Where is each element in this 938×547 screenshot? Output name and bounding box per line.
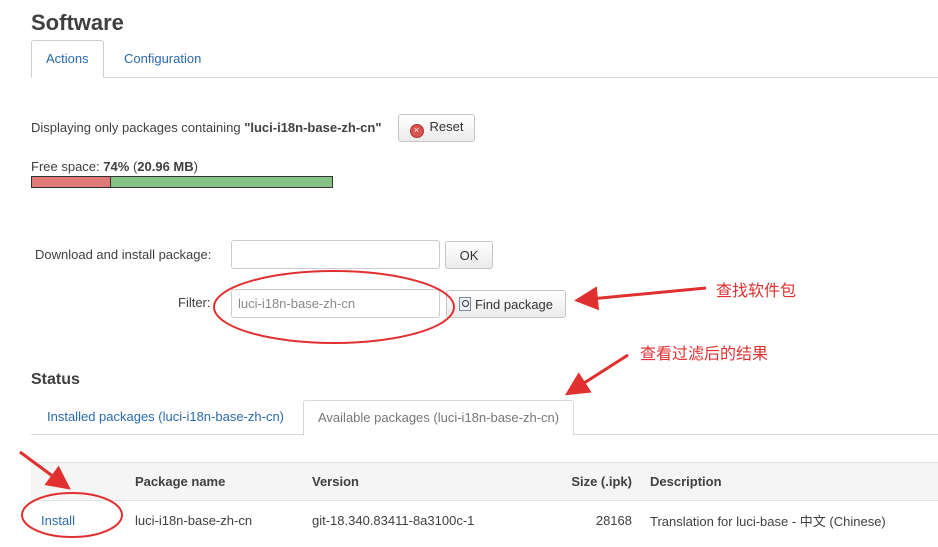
main-tabs: Actions Configuration [0,40,938,78]
download-input[interactable] [231,240,440,269]
find-package-button[interactable]: Find package [446,290,566,318]
free-space-text: Free space: 74% (20.96 MB) [31,159,198,174]
search-icon [458,296,471,311]
annotation-find-package: 查找软件包 [716,281,797,300]
col-action [31,462,135,501]
free-space-fill [111,177,332,187]
reset-icon: × [409,123,424,138]
reset-button[interactable]: × Reset [398,114,475,142]
package-table: Package name Version Size (.ipk) Descrip… [31,462,938,539]
install-link[interactable]: Install [41,513,75,528]
filter-input[interactable] [231,289,440,318]
col-size: Size (.ipk) [542,462,650,501]
free-space-label: Free space: [31,159,100,174]
col-description: Description [650,462,938,501]
filter-label: Filter: [178,295,211,310]
tab-available-packages[interactable]: Available packages (luci-i18n-base-zh-cn… [303,400,575,436]
col-package-name: Package name [135,462,312,501]
tab-installed-packages[interactable]: Installed packages (luci-i18n-base-zh-cn… [33,400,298,434]
free-space-size: 20.96 MB [137,159,194,174]
ok-button[interactable]: OK [445,241,493,269]
free-space-bar [31,176,333,188]
row-version: git-18.340.83411-8a3100c-1 [312,512,475,528]
filter-notice-query: "luci-i18n-base-zh-cn" [244,120,382,135]
arrow-to-find-package [574,286,707,311]
tabs-divider [31,77,938,78]
row-size: 28168 [595,512,632,528]
find-package-label: Find package [474,296,554,312]
page-title: Software [31,10,124,35]
table-row: Install luci-i18n-base-zh-cn git-18.340.… [31,501,938,540]
download-label: Download and install package: [35,247,212,262]
reset-label: Reset [429,118,464,134]
free-space-percent: 74% [103,159,130,174]
arrow-to-available-tab [564,353,629,396]
row-package-name: luci-i18n-base-zh-cn [135,512,253,528]
tab-actions[interactable]: Actions [31,40,104,78]
annotation-view-results: 查看过滤后的结果 [640,344,769,363]
row-description: Translation for luci-base - 中文 (Chinese) [650,513,886,529]
table-header-row: Package name Version Size (.ipk) Descrip… [31,462,938,501]
used-space-fill [32,177,111,187]
status-heading: Status [31,371,80,388]
col-version: Version [312,462,542,501]
filter-notice-prefix: Displaying only packages containing [31,120,241,135]
filter-notice: Displaying only packages containing "luc… [31,120,382,135]
tab-configuration[interactable]: Configuration [110,41,215,77]
